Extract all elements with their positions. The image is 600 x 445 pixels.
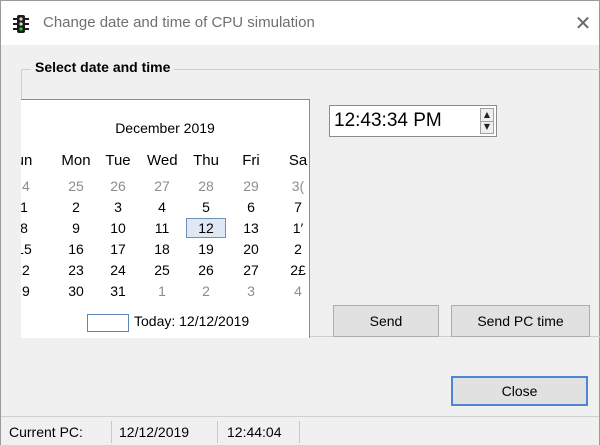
spin-down-icon[interactable]: ▼ [481, 121, 493, 133]
calendar-day-header: Fri [242, 152, 260, 169]
calendar-day[interactable]: 27 [236, 261, 266, 279]
send-button[interactable]: Send [333, 305, 439, 337]
calendar-day[interactable]: 25 [61, 177, 91, 195]
calendar-day-header: Sa [288, 152, 308, 169]
calendar-day[interactable]: 27 [147, 177, 177, 195]
calendar-day[interactable]: 4 [283, 282, 309, 300]
calendar-day[interactable]: 18 [147, 240, 177, 258]
calendar-day[interactable]: 3 [236, 282, 266, 300]
calendar-day[interactable]: 1 [21, 198, 39, 216]
calendar-day[interactable]: 9 [61, 219, 91, 237]
today-link[interactable]: Today: 12/12/2019 [134, 313, 249, 329]
status-date: 12/12/2019 [119, 421, 218, 443]
calendar-day[interactable]: 8 [21, 219, 39, 237]
calendar-grid: unMonTueWedThuFriSa!425262728293(1234567… [21, 100, 309, 338]
close-window-icon[interactable]: ✕ [573, 13, 593, 33]
calendar-day[interactable]: 2 [61, 198, 91, 216]
today-marker [87, 314, 129, 332]
calendar-day[interactable]: 1′ [283, 219, 309, 237]
groupbox-title: Select date and time [31, 59, 175, 75]
calendar-day[interactable]: 23 [61, 261, 91, 279]
status-bar: Current PC: 12/12/2019 12:44:04 [1, 416, 599, 445]
calendar-day[interactable]: !4 [21, 177, 39, 195]
time-spinner[interactable]: ▲ ▼ [480, 108, 494, 134]
status-label: Current PC: [9, 421, 112, 443]
calendar-day[interactable]: 25 [147, 261, 177, 279]
calendar-day[interactable]: 5 [191, 198, 221, 216]
calendar-day[interactable]: 3( [283, 177, 309, 195]
calendar-day-header: Wed [147, 152, 178, 169]
calendar-day[interactable]: 26 [191, 261, 221, 279]
calendar-day[interactable]: 2 [283, 240, 309, 258]
calendar-day[interactable]: 16 [61, 240, 91, 258]
title-bar: Change date and time of CPU simulation ✕ [1, 1, 599, 45]
calendar-day[interactable]: 3 [103, 198, 133, 216]
calendar-day-header: Tue [105, 152, 131, 169]
calendar-day-selected[interactable]: 12 [186, 218, 226, 238]
calendar-day[interactable]: 2£ [283, 261, 309, 279]
calendar-day[interactable]: 28 [191, 177, 221, 195]
calendar-day[interactable]: !9 [21, 282, 39, 300]
send-pc-time-button[interactable]: Send PC time [451, 305, 590, 337]
calendar-day-header: Thu [193, 152, 219, 169]
close-button[interactable]: Close [451, 376, 588, 406]
calendar-day[interactable]: 7 [283, 198, 309, 216]
calendar-day[interactable]: 11 [147, 219, 177, 237]
calendar-day[interactable]: 6 [236, 198, 266, 216]
calendar-day[interactable]: 1 [147, 282, 177, 300]
month-calendar[interactable]: December 2019 unMonTueWedThuFriSa!425262… [21, 99, 310, 338]
calendar-day[interactable]: 26 [103, 177, 133, 195]
calendar-day[interactable]: 4 [147, 198, 177, 216]
status-time: 12:44:04 [227, 421, 300, 443]
calendar-day-header: Mon [61, 152, 91, 169]
dialog-window: Change date and time of CPU simulation ✕… [0, 0, 600, 445]
calendar-day[interactable]: !2 [21, 261, 39, 279]
window-title: Change date and time of CPU simulation [43, 14, 315, 31]
calendar-day[interactable]: 20 [236, 240, 266, 258]
calendar-day[interactable]: 29 [236, 177, 266, 195]
calendar-day[interactable]: 10 [103, 219, 133, 237]
calendar-day[interactable]: 2 [191, 282, 221, 300]
traffic-light-icon [13, 15, 29, 33]
calendar-day[interactable]: 31 [103, 282, 133, 300]
calendar-day[interactable]: 30 [61, 282, 91, 300]
calendar-day[interactable]: 15 [21, 240, 39, 258]
calendar-day[interactable]: 17 [103, 240, 133, 258]
calendar-day[interactable]: 13 [236, 219, 266, 237]
time-picker[interactable]: 12:43:34 PM ▲ ▼ [329, 105, 497, 137]
time-value[interactable]: 12:43:34 PM [334, 110, 442, 132]
calendar-day[interactable]: 24 [103, 261, 133, 279]
calendar-day-header: un [21, 152, 33, 169]
calendar-day[interactable]: 19 [191, 240, 221, 258]
